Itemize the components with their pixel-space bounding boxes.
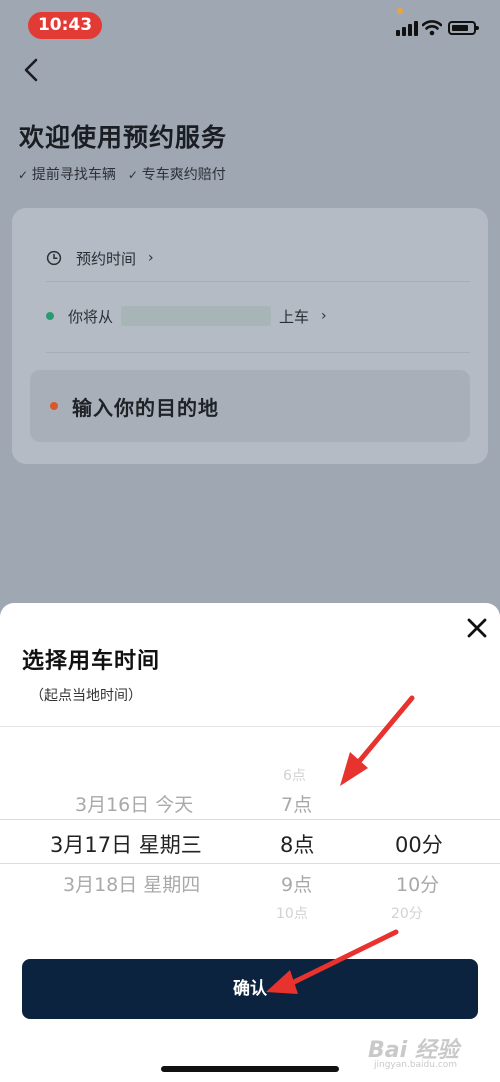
reserve-time-label: 预约时间 <box>76 249 137 268</box>
signal-icon <box>396 20 418 36</box>
destination-input[interactable]: 输入你的目的地 <box>30 370 470 442</box>
reserve-time-row[interactable]: 预约时间 › <box>46 246 154 270</box>
divider <box>0 726 500 727</box>
date-option-selected[interactable]: 3月17日 星期三 <box>50 829 202 859</box>
chevron-left-icon[interactable] <box>18 56 46 84</box>
chevron-right-icon: › <box>321 308 327 324</box>
privacy-indicator-dot <box>397 8 403 14</box>
pickup-dot-icon <box>46 312 54 320</box>
minute-option[interactable]: 10分 <box>396 870 439 897</box>
time-picker-sheet: 选择用车时间 （起点当地时间） 3月16日 今天 3月17日 星期三 3月18日… <box>0 603 500 1082</box>
hour-option-selected[interactable]: 8点 <box>280 829 314 859</box>
hour-option[interactable]: 6点 <box>283 765 306 785</box>
minute-option[interactable]: 20分 <box>391 903 423 923</box>
feature-item: 专车爽约赔付 <box>128 164 226 184</box>
date-option[interactable]: 3月16日 今天 <box>75 790 193 817</box>
hour-option[interactable]: 9点 <box>281 870 312 897</box>
hour-option[interactable]: 10点 <box>276 903 308 923</box>
feature-item: 提前寻找车辆 <box>18 164 116 184</box>
pickup-address-redacted <box>121 306 272 326</box>
close-icon[interactable] <box>462 613 492 643</box>
page-title: 欢迎使用预约服务 <box>19 123 228 152</box>
status-bar: 10:43 <box>0 0 500 52</box>
chevron-right-icon: › <box>148 250 154 266</box>
watermark-url: jingyan.baidu.com <box>374 1060 458 1070</box>
sheet-title: 选择用车时间 <box>22 649 161 674</box>
home-indicator <box>161 1066 339 1072</box>
clock-icon <box>46 250 62 266</box>
hour-option[interactable]: 7点 <box>281 790 312 817</box>
pickup-row[interactable]: 你将从 上车 › <box>46 304 327 328</box>
divider <box>46 281 470 282</box>
wifi-icon <box>422 20 442 36</box>
destination-placeholder: 输入你的目的地 <box>72 395 219 420</box>
pickup-prefix: 你将从 <box>68 307 114 326</box>
pickup-suffix: 上车 <box>279 307 310 326</box>
date-option[interactable]: 3月18日 星期四 <box>63 870 200 897</box>
baidu-watermark: Bai 经验 jingyan.baidu.com <box>368 1030 488 1074</box>
sheet-subtitle: （起点当地时间） <box>30 688 142 704</box>
time-picker[interactable]: 3月16日 今天 3月17日 星期三 3月18日 星期四 6点 7点 8点 9点… <box>0 753 500 923</box>
selection-line-bottom <box>0 863 500 864</box>
confirm-button[interactable]: 确认 <box>22 959 478 1019</box>
divider <box>46 352 470 353</box>
battery-icon <box>448 21 479 35</box>
booking-card: 预约时间 › 你将从 上车 › 输入你的目的地 <box>12 208 488 464</box>
feature-list: 提前寻找车辆 专车爽约赔付 <box>18 164 226 184</box>
minute-option-selected[interactable]: 00分 <box>395 829 443 859</box>
status-time: 10:43 <box>28 12 102 39</box>
destination-dot-icon <box>50 402 58 410</box>
selection-line-top <box>0 819 500 820</box>
